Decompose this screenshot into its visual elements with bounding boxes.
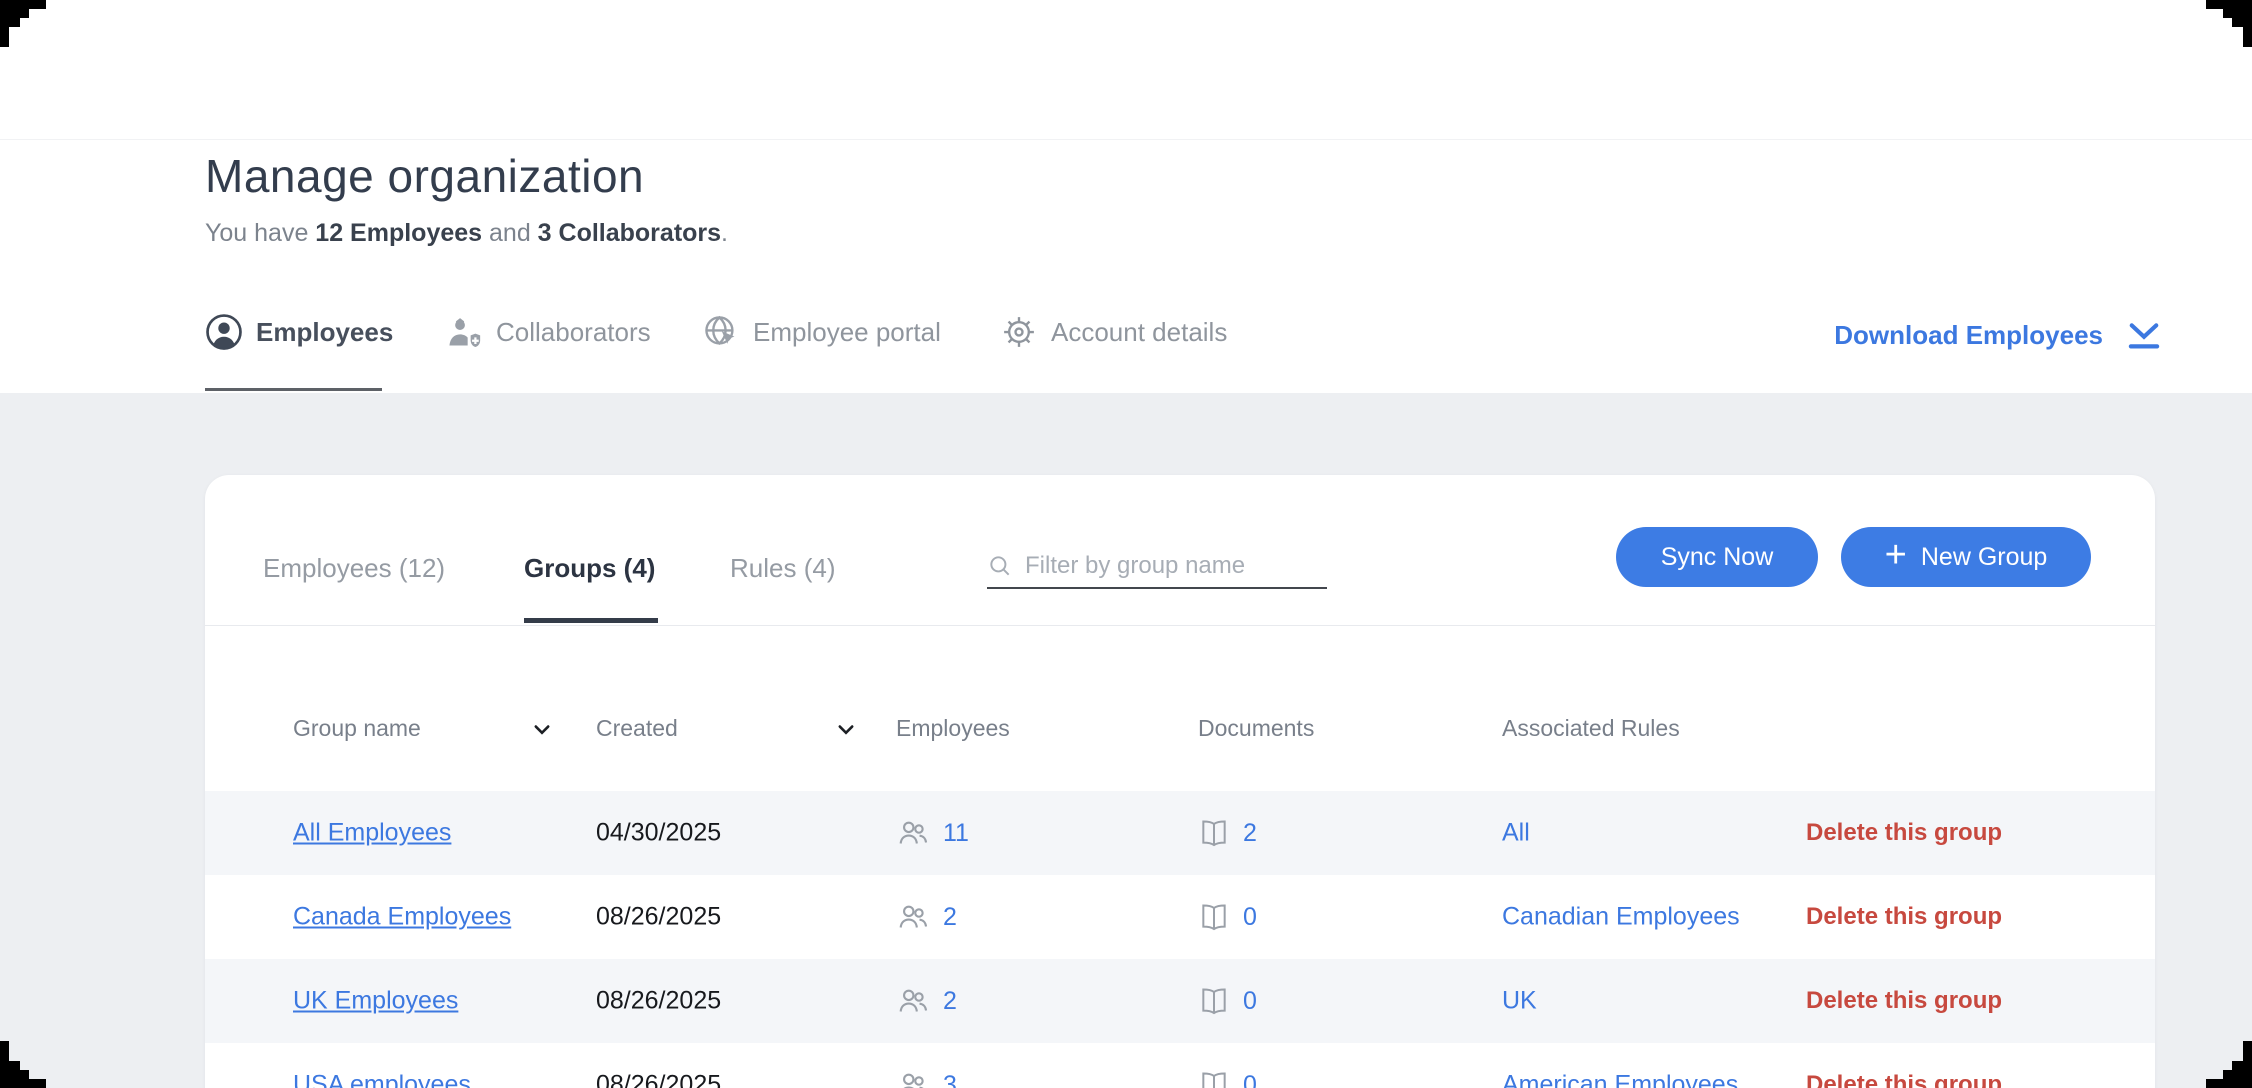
people-icon (896, 1068, 930, 1088)
screen: Manage organization You have 12 Employee… (0, 0, 2252, 1088)
people-icon (896, 900, 930, 934)
people-icon (896, 984, 930, 1018)
book-icon (1198, 985, 1230, 1017)
created-date: 08/26/2025 (596, 1071, 721, 1088)
employees-cell: 3 (896, 1068, 957, 1088)
table-body: All Employees 04/30/2025 11 2 All Delete… (205, 791, 2155, 1088)
documents-count-link[interactable]: 0 (1243, 903, 1257, 932)
group-name-link[interactable]: UK Employees (293, 987, 458, 1016)
collaborator-shield-icon (445, 313, 483, 351)
subtitle-prefix: You have (205, 219, 315, 247)
created-date: 04/30/2025 (596, 819, 721, 848)
tab-account-details-label: Account details (1051, 317, 1227, 348)
card-tab-groups[interactable]: Groups (4) (524, 553, 655, 584)
download-employees-label: Download Employees (1834, 320, 2103, 351)
documents-cell: 0 (1198, 1069, 1257, 1088)
tab-employees[interactable]: Employees (205, 313, 393, 351)
tab-account-details[interactable]: Account details (1000, 313, 1227, 351)
collaborators-count: 3 Collaborators (538, 219, 721, 247)
table-row: USA employees 08/26/2025 3 0 American Em… (205, 1043, 2155, 1088)
column-employees: Employees (896, 715, 1010, 742)
employees-cell: 11 (896, 816, 969, 850)
sort-chevron-group-name-icon[interactable] (531, 719, 553, 741)
card-divider (205, 625, 2155, 626)
associated-rule-link[interactable]: All (1502, 819, 1530, 848)
card-tab-employees[interactable]: Employees (12) (263, 553, 445, 584)
tab-collaborators[interactable]: Collaborators (445, 313, 651, 351)
filter-input[interactable] (1025, 552, 1315, 580)
created-date: 08/26/2025 (596, 987, 721, 1016)
column-group-name: Group name (293, 715, 421, 742)
card-active-tab-underline (524, 618, 658, 623)
people-icon (896, 816, 930, 850)
employees-cell: 2 (896, 900, 957, 934)
subtitle-suffix: . (721, 219, 728, 247)
employees-count: 12 Employees (315, 219, 482, 247)
documents-cell: 0 (1198, 985, 1257, 1017)
sort-chevron-created-icon[interactable] (835, 719, 857, 741)
associated-rule-link[interactable]: Canadian Employees (1502, 903, 1740, 932)
book-icon (1198, 817, 1230, 849)
documents-cell: 2 (1198, 817, 1257, 849)
employees-count-link[interactable]: 3 (943, 1071, 957, 1088)
delete-group-button[interactable]: Delete this group (1806, 903, 2002, 931)
table-row: Canada Employees 08/26/2025 2 0 Canadian… (205, 875, 2155, 959)
person-circle-icon (205, 313, 243, 351)
download-employees-button[interactable]: Download Employees (1834, 317, 2165, 353)
delete-group-button[interactable]: Delete this group (1806, 819, 2002, 847)
page-header: Manage organization You have 12 Employee… (0, 141, 2252, 393)
globe-cursor-icon (702, 313, 740, 351)
tab-employee-portal-label: Employee portal (753, 317, 941, 348)
gear-icon (1000, 313, 1038, 351)
card-tab-rules[interactable]: Rules (4) (730, 553, 835, 584)
employees-count-link[interactable]: 2 (943, 903, 957, 932)
download-chevron-icon (2123, 317, 2165, 353)
documents-count-link[interactable]: 0 (1243, 1071, 1257, 1088)
book-icon (1198, 901, 1230, 933)
table-row: UK Employees 08/26/2025 2 0 UK Delete th… (205, 959, 2155, 1043)
sync-now-label: Sync Now (1661, 543, 1774, 572)
group-name-link[interactable]: All Employees (293, 819, 451, 848)
column-documents: Documents (1198, 715, 1314, 742)
filter-field (987, 545, 1327, 589)
search-icon (987, 553, 1013, 579)
created-date: 08/26/2025 (596, 903, 721, 932)
page-subtitle: You have 12 Employees and 3 Collaborator… (205, 219, 728, 248)
tab-employee-portal[interactable]: Employee portal (702, 313, 941, 351)
book-icon (1198, 1069, 1230, 1088)
column-created: Created (596, 715, 678, 742)
employees-count-link[interactable]: 11 (943, 819, 969, 848)
associated-rule-link[interactable]: American Employees (1502, 1071, 1738, 1088)
delete-group-button[interactable]: Delete this group (1806, 1071, 2002, 1088)
groups-card: Employees (12) Groups (4) Rules (4) Sync… (205, 475, 2155, 1088)
delete-group-button[interactable]: Delete this group (1806, 987, 2002, 1015)
documents-count-link[interactable]: 0 (1243, 987, 1257, 1016)
tab-collaborators-label: Collaborators (496, 317, 651, 348)
table-header: Group name Created Employees Documents A… (205, 713, 2155, 747)
documents-count-link[interactable]: 2 (1243, 819, 1257, 848)
subtitle-middle: and (482, 219, 538, 247)
associated-rule-link[interactable]: UK (1502, 987, 1537, 1016)
employees-cell: 2 (896, 984, 957, 1018)
documents-cell: 0 (1198, 901, 1257, 933)
sync-now-button[interactable]: Sync Now (1616, 527, 1818, 587)
tab-employees-label: Employees (256, 317, 393, 348)
new-group-label: New Group (1921, 543, 2047, 572)
table-row: All Employees 04/30/2025 11 2 All Delete… (205, 791, 2155, 875)
column-associated-rules: Associated Rules (1502, 715, 1680, 742)
page-title: Manage organization (205, 149, 644, 203)
group-name-link[interactable]: USA employees (293, 1071, 471, 1088)
new-group-button[interactable]: + New Group (1841, 527, 2091, 587)
employees-count-link[interactable]: 2 (943, 987, 957, 1016)
group-name-link[interactable]: Canada Employees (293, 903, 511, 932)
top-bar (0, 0, 2252, 140)
active-tab-underline (205, 388, 382, 391)
content-area: Employees (12) Groups (4) Rules (4) Sync… (0, 393, 2252, 1088)
